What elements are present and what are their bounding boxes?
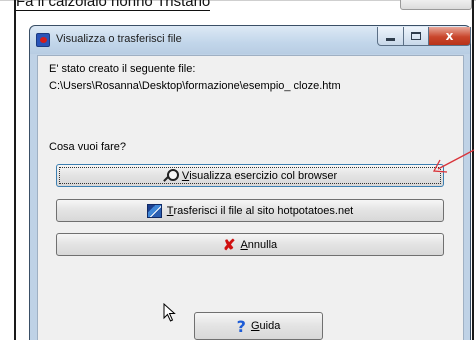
transfer-to-site-button[interactable]: Trasferisci il file al sito hotpotatoes.… — [56, 199, 444, 222]
minimize-button[interactable] — [377, 27, 404, 46]
question-icon: ? — [236, 316, 246, 336]
view-in-browser-button[interactable]: Visualizza esercizio col browser — [56, 164, 444, 187]
screen: Fa il calzolaio nonno Tristano Visualizz… — [0, 0, 476, 340]
mouse-pointer-icon — [163, 303, 176, 322]
view-button-mnemonic: V — [181, 169, 190, 182]
magnifier-icon — [163, 168, 179, 183]
dialog-body: E' stato creato il seguente file: C:\Use… — [37, 55, 464, 340]
document-toolbar-control — [400, 0, 472, 10]
created-file-label: E' stato creato il seguente file: — [49, 63, 196, 75]
annotation-arrow-icon — [432, 149, 475, 173]
close-icon: x — [445, 29, 454, 43]
help-button[interactable]: ? Guida — [194, 312, 323, 340]
document-heading: Fa il calzolaio nonno Tristano — [16, 0, 211, 11]
cancel-button-mnemonic: A — [240, 238, 248, 251]
x-icon: ✘ — [222, 236, 236, 254]
globe-icon — [146, 203, 162, 218]
close-button[interactable]: x — [428, 27, 471, 46]
maximize-icon — [411, 32, 421, 40]
help-button-label: uida — [259, 320, 281, 332]
app-icon — [36, 33, 50, 47]
title-bar[interactable]: Visualizza o trasferisci file x — [30, 26, 471, 54]
cancel-button[interactable]: ✘ Annulla — [56, 233, 444, 256]
transfer-button-mnemonic: T — [166, 204, 174, 217]
minimize-icon — [386, 37, 395, 41]
dialog-window: Visualizza o trasferisci file x E' stato… — [29, 25, 471, 340]
cancel-button-label: nnulla — [247, 238, 278, 251]
maximize-button[interactable] — [403, 27, 429, 46]
help-button-mnemonic: G — [250, 320, 260, 332]
transfer-button-label: rasferisci il file al sito hotpotatoes.n… — [173, 204, 354, 217]
file-path-text: C:\Users\Rosanna\Desktop\formazione\esem… — [49, 80, 341, 92]
view-button-label: isualizza esercizio col browser — [189, 169, 338, 182]
question-label: Cosa vuoi fare? — [49, 141, 127, 153]
window-title: Visualizza o trasferisci file — [56, 33, 182, 45]
document-border-left — [14, 0, 16, 340]
